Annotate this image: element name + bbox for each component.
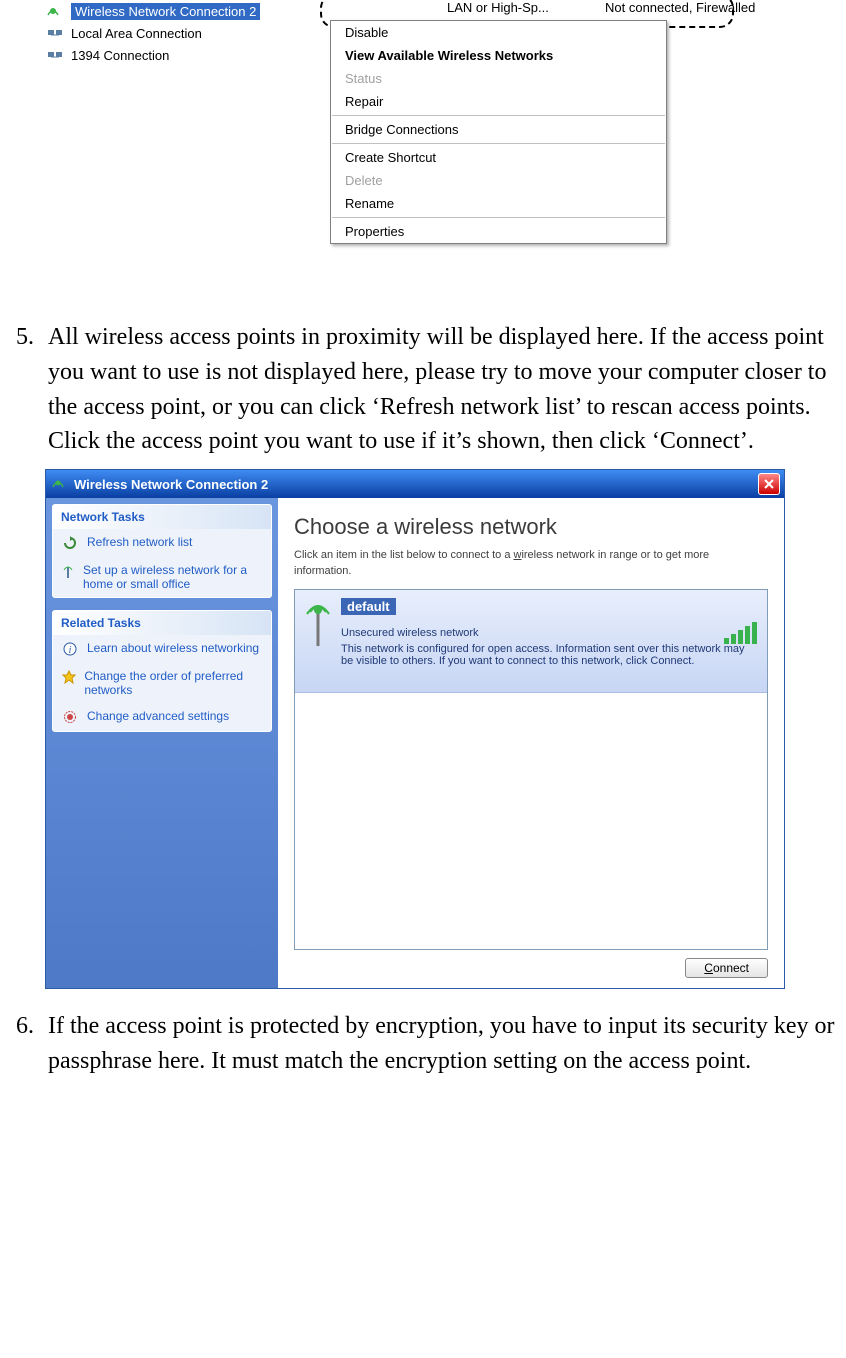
task-refresh-network-list[interactable]: Refresh network list — [53, 529, 271, 557]
window-title: Wireless Network Connection 2 — [74, 477, 268, 492]
connect-button[interactable]: Connect — [685, 958, 768, 978]
task-label: Learn about wireless networking — [87, 641, 259, 655]
connection-name: Local Area Connection — [71, 26, 202, 41]
connection-name: Wireless Network Connection 2 — [71, 3, 260, 20]
menu-item-repair[interactable]: Repair — [331, 90, 666, 113]
close-button[interactable] — [758, 473, 780, 495]
menu-item-view-wireless[interactable]: View Available Wireless Networks — [331, 44, 666, 67]
gear-icon — [61, 709, 79, 725]
svg-text:i: i — [69, 645, 72, 656]
main-subtext: Click an item in the list below to conne… — [294, 548, 768, 579]
antenna-icon — [301, 598, 335, 648]
lan-icon — [45, 25, 65, 41]
step-text: All wireless access points in proximity … — [48, 320, 836, 459]
wireless-dialog-screenshot: Wireless Network Connection 2 Network Ta… — [45, 469, 785, 989]
network-tasks-header: Network Tasks — [53, 505, 271, 529]
task-advanced-settings[interactable]: Change advanced settings — [53, 703, 271, 731]
lan-icon — [45, 47, 65, 63]
task-label: Set up a wireless network for a home or … — [83, 563, 263, 591]
connection-row-lan[interactable]: Local Area Connection — [45, 22, 260, 44]
menu-item-rename[interactable]: Rename — [331, 192, 666, 215]
menu-item-status: Status — [331, 67, 666, 90]
menu-item-properties[interactable]: Properties — [331, 220, 666, 243]
related-tasks-header: Related Tasks — [53, 611, 271, 635]
related-tasks-box: Related Tasks i Learn about wireless net… — [52, 610, 272, 732]
menu-item-disable[interactable]: Disable — [331, 21, 666, 44]
info-icon: i — [61, 641, 79, 657]
step-number: 6. — [4, 1009, 34, 1079]
task-label: Change the order of preferred networks — [84, 669, 263, 697]
signal-strength-icon — [724, 624, 757, 644]
task-label: Refresh network list — [87, 535, 192, 549]
network-security: Unsecured wireless network — [341, 627, 757, 639]
task-setup-wireless[interactable]: Set up a wireless network for a home or … — [53, 557, 271, 597]
network-list[interactable]: default Unsecured wireless network This … — [294, 589, 768, 950]
connection-row-1394[interactable]: 1394 Connection — [45, 44, 260, 66]
menu-item-bridge[interactable]: Bridge Connections — [331, 118, 666, 141]
star-icon — [61, 669, 76, 685]
menu-item-create-shortcut[interactable]: Create Shortcut — [331, 146, 666, 169]
instruction-step-5: 5. All wireless access points in proximi… — [0, 300, 846, 469]
menu-separator — [332, 217, 665, 218]
side-panel: Network Tasks Refresh network list Set u… — [46, 498, 278, 988]
main-heading: Choose a wireless network — [294, 514, 768, 540]
network-ssid: default — [341, 598, 396, 615]
titlebar[interactable]: Wireless Network Connection 2 — [46, 470, 784, 498]
context-menu: Disable View Available Wireless Networks… — [330, 20, 667, 244]
network-connections-screenshot: Wireless Network Connection 2 Local Area… — [45, 0, 805, 300]
instruction-step-6: 6. If the access point is protected by e… — [0, 989, 846, 1089]
menu-separator — [332, 115, 665, 116]
refresh-icon — [61, 535, 79, 551]
step-text: If the access point is protected by encr… — [48, 1009, 836, 1079]
menu-separator — [332, 143, 665, 144]
network-item-default[interactable]: default Unsecured wireless network This … — [295, 590, 767, 693]
menu-item-delete: Delete — [331, 169, 666, 192]
network-tasks-box: Network Tasks Refresh network list Set u… — [52, 504, 272, 598]
antenna-icon — [61, 563, 75, 579]
connection-row-wireless[interactable]: Wireless Network Connection 2 — [45, 0, 260, 22]
wireless-icon — [45, 3, 65, 19]
task-change-order[interactable]: Change the order of preferred networks — [53, 663, 271, 703]
task-learn-wireless[interactable]: i Learn about wireless networking — [53, 635, 271, 663]
main-panel: Choose a wireless network Click an item … — [278, 498, 784, 988]
network-note: This network is configured for open acce… — [341, 643, 757, 667]
wireless-icon — [52, 476, 68, 493]
step-number: 5. — [4, 320, 34, 459]
task-label: Change advanced settings — [87, 709, 229, 723]
connection-name: 1394 Connection — [71, 48, 169, 63]
